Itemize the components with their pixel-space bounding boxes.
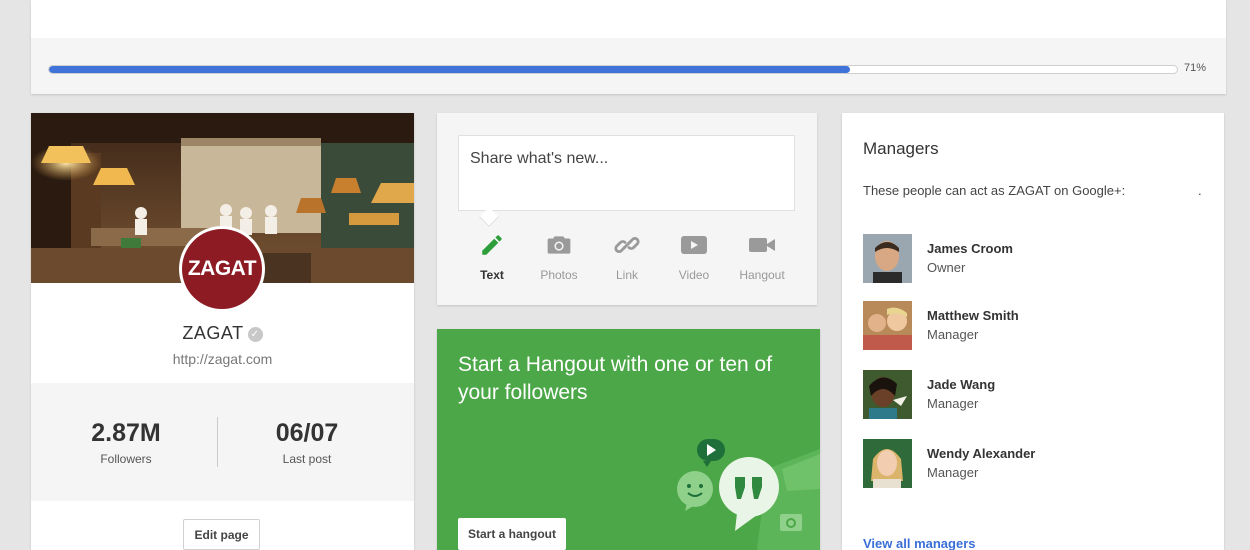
stat-label: Followers [100, 452, 152, 466]
top-card: 71% [31, 0, 1226, 94]
avatar [863, 370, 912, 419]
profile-name: ZAGAT [182, 323, 244, 343]
stat-followers: 2.87M Followers [31, 419, 221, 466]
camera-bubble-icon [780, 514, 802, 531]
share-option-label: Photos [540, 268, 578, 282]
camera-icon [529, 231, 589, 259]
progress-bar-fill [49, 66, 850, 73]
share-option-video[interactable]: Video [664, 231, 724, 282]
share-option-label: Video [678, 268, 710, 282]
share-option-photos[interactable]: Photos [529, 231, 589, 282]
manager-role: Manager [927, 396, 979, 411]
share-input[interactable]: Share what's new... [458, 135, 795, 211]
stat-value: 06/07 [275, 419, 339, 447]
manager-row[interactable]: Matthew Smith Manager [863, 301, 1203, 351]
avatar [863, 234, 912, 283]
profile-card: ZAGAT ZAGAT ✓ http://zagat.com 2.87M Foll… [31, 113, 414, 550]
logo-text: ZAGAT [187, 257, 257, 280]
share-option-label: Hangout [739, 268, 785, 282]
manager-row[interactable]: Wendy Alexander Manager [863, 439, 1203, 489]
share-option-label: Link [615, 268, 638, 282]
zagat-logo: ZAGAT [179, 226, 265, 312]
video-camera-icon [732, 231, 792, 259]
profile-url[interactable]: http://zagat.com [31, 351, 414, 367]
manager-name: James Croom [927, 241, 1013, 256]
stat-value: 2.87M [91, 419, 161, 447]
profile-name-row: ZAGAT ✓ [31, 323, 414, 344]
manager-role: Manager [927, 465, 979, 480]
progress-strip: 71% [31, 38, 1226, 94]
manager-name: Matthew Smith [927, 308, 1019, 323]
managers-card: Managers These people can act as ZAGAT o… [842, 113, 1224, 550]
manager-row[interactable]: Jade Wang Manager [863, 370, 1203, 420]
manager-role: Manager [927, 327, 979, 342]
stat-last-post: 06/07 Last post [212, 419, 402, 466]
view-all-managers-link[interactable]: View all managers [863, 536, 976, 550]
hangout-illustration [677, 439, 820, 550]
check-shield-icon: ✓ [247, 327, 263, 342]
avatar [863, 439, 912, 488]
hangout-promo-title: Start a Hangout with one or ten of your … [458, 353, 773, 404]
managers-title: Managers [863, 139, 939, 158]
start-hangout-button[interactable]: Start a hangout [458, 518, 566, 550]
manager-role: Owner [927, 260, 966, 275]
share-option-label: Text [480, 268, 504, 282]
manager-row[interactable]: James Croom Owner [863, 234, 1203, 284]
play-bubble-icon [697, 439, 725, 467]
stat-label: Last post [282, 452, 332, 466]
managers-description: These people can act as ZAGAT on Google+… [863, 183, 1126, 198]
managers-description-trailing: . [1198, 183, 1202, 198]
progress-bar [48, 65, 1178, 74]
play-icon [664, 231, 724, 259]
share-option-text[interactable]: Text [462, 231, 522, 282]
hangout-promo-card: Start a Hangout with one or ten of your … [437, 329, 820, 550]
share-card: Share what's new... Text Photos Link Vid… [437, 113, 817, 305]
edit-page-button[interactable]: Edit page [183, 519, 260, 550]
manager-name: Jade Wang [927, 377, 996, 392]
manager-name: Wendy Alexander [927, 446, 1036, 461]
stats-panel: 2.87M Followers 06/07 Last post [31, 383, 414, 501]
link-icon [597, 231, 657, 259]
share-option-link[interactable]: Link [597, 231, 657, 282]
pencil-icon [462, 231, 522, 259]
share-option-hangout[interactable]: Hangout [732, 231, 792, 282]
smiley-bubble-icon [677, 471, 713, 511]
progress-label: 71% [1184, 62, 1207, 74]
avatar [863, 301, 912, 350]
